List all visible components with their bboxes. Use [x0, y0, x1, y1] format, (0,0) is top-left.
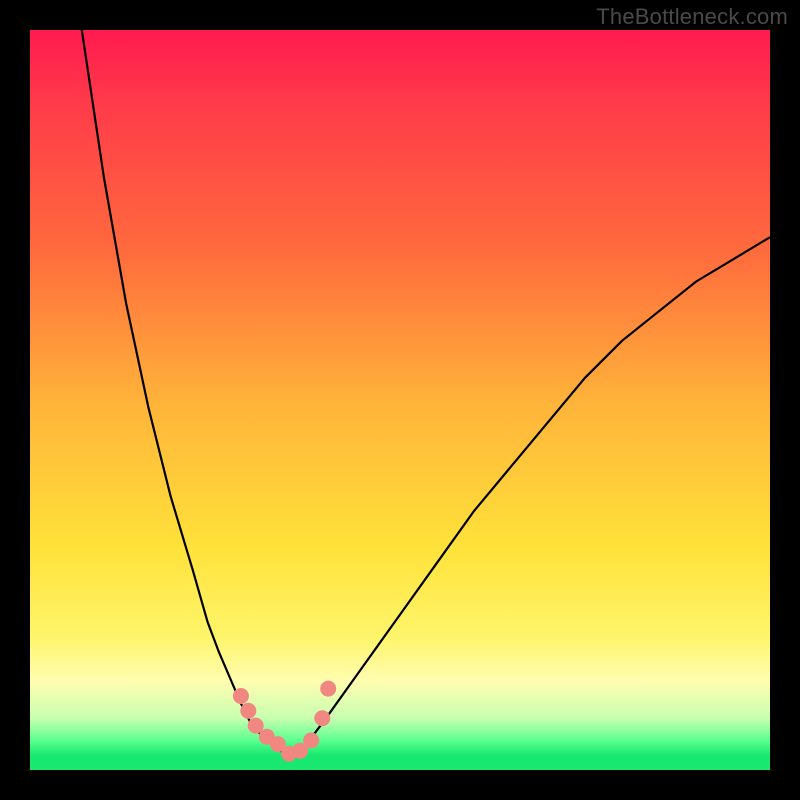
valley-marker-dot [240, 703, 256, 719]
valley-marker-dot [270, 736, 286, 752]
valley-markers [233, 681, 336, 762]
curve-left-branch [82, 30, 274, 744]
valley-marker-dot [233, 688, 249, 704]
valley-marker-dot [303, 732, 319, 748]
valley-marker-dot [248, 718, 264, 734]
curve-right-branch [304, 237, 770, 748]
valley-marker-dot [292, 743, 308, 759]
valley-marker-dot [314, 710, 330, 726]
chart-frame: TheBottleneck.com [0, 0, 800, 800]
watermark-text: TheBottleneck.com [596, 4, 788, 30]
curve-bottom-valley [274, 744, 304, 754]
chart-overlay [30, 30, 770, 770]
valley-marker-dot [259, 729, 275, 745]
valley-marker-dot [320, 681, 336, 697]
plot-area [30, 30, 770, 770]
valley-marker-dot [281, 746, 297, 762]
